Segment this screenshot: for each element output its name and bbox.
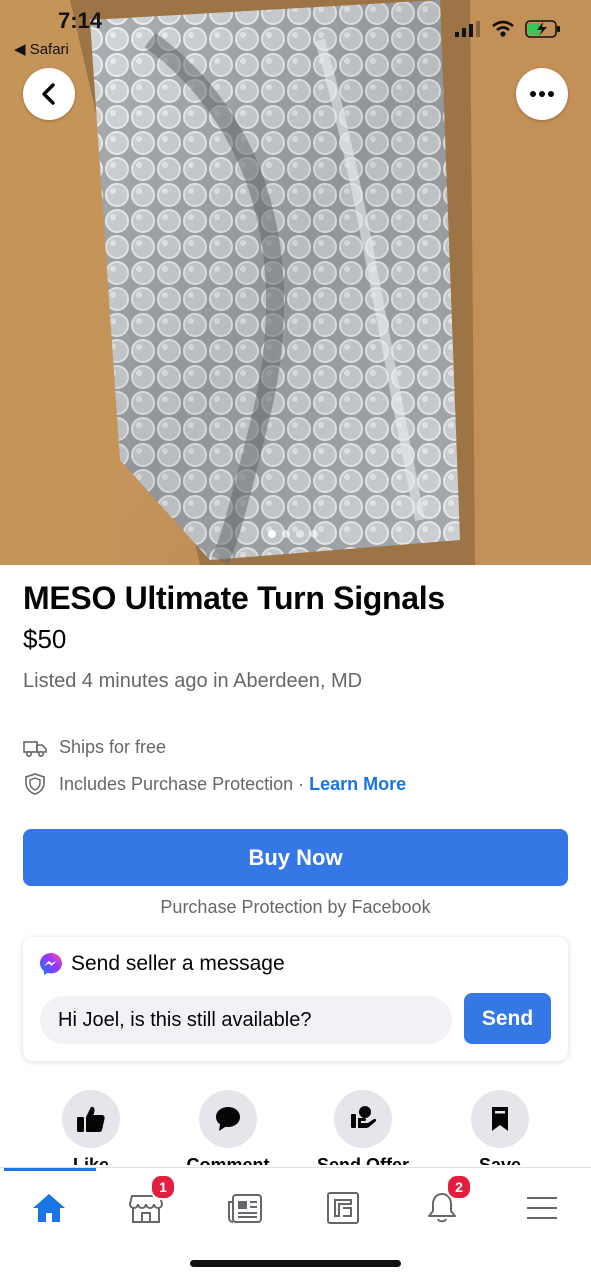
send-offer-action[interactable]: Send Offer xyxy=(288,1090,438,1165)
comment-button[interactable] xyxy=(199,1090,257,1148)
protection-text: Includes Purchase Protection · xyxy=(59,773,310,794)
tab-home[interactable] xyxy=(19,1178,79,1238)
listing-meta: Listed 4 minutes ago in Aberdeen, MD xyxy=(23,670,363,692)
messenger-icon xyxy=(40,953,62,975)
signal-icon xyxy=(455,21,480,37)
carousel-dot[interactable] xyxy=(310,530,318,538)
shipping-text: Ships for free xyxy=(59,737,167,757)
home-indicator xyxy=(190,1260,401,1267)
shipping-feature: Ships for free xyxy=(23,737,166,758)
tab-marketplace[interactable]: 1 xyxy=(116,1174,176,1238)
tab-menu[interactable] xyxy=(512,1178,572,1238)
bubble-wrap-photo xyxy=(0,0,591,565)
thumbs-up-icon xyxy=(77,1106,105,1132)
status-time: 7:14 xyxy=(58,8,103,33)
carousel-dot[interactable] xyxy=(296,530,304,538)
more-options-button[interactable] xyxy=(516,68,568,120)
home-icon xyxy=(33,1194,65,1222)
shield-icon xyxy=(25,773,45,795)
send-button[interactable]: Send xyxy=(464,993,551,1044)
like-button[interactable] xyxy=(62,1090,120,1148)
comment-action[interactable]: Comment xyxy=(153,1090,303,1165)
tab-notifications[interactable]: 2 xyxy=(412,1174,472,1238)
notifications-badge: 2 xyxy=(446,1174,472,1200)
back-button[interactable] xyxy=(23,68,75,120)
learn-more-link[interactable]: Learn More xyxy=(309,774,406,794)
like-label: Like xyxy=(72,1155,110,1165)
like-action[interactable]: Like xyxy=(16,1090,166,1165)
active-tab-indicator xyxy=(4,1168,96,1171)
offer-icon xyxy=(351,1106,377,1128)
send-offer-label: Send Offer xyxy=(316,1155,409,1165)
save-label: Save xyxy=(478,1155,522,1165)
message-heading-text: Send seller a message xyxy=(71,952,285,975)
listing-title: MESO Ultimate Turn Signals xyxy=(23,580,445,616)
save-action[interactable]: Save xyxy=(425,1090,575,1165)
battery-charging-icon xyxy=(525,20,560,38)
buy-now-button[interactable]: Buy Now xyxy=(23,829,568,886)
listing-photo[interactable] xyxy=(0,0,591,565)
status-bar: 7:14 ◀ Safari xyxy=(0,0,591,60)
message-input[interactable]: Hi Joel, is this still available? xyxy=(40,996,452,1044)
news-icon xyxy=(228,1194,262,1223)
chevron-left-icon xyxy=(42,83,55,105)
purchase-protection-caption: Purchase Protection by Facebook xyxy=(160,897,431,917)
menu-icon xyxy=(527,1197,557,1219)
carousel-dot[interactable] xyxy=(268,530,276,538)
gaming-icon xyxy=(327,1192,359,1224)
photo-carousel-indicator[interactable] xyxy=(268,530,318,538)
comment-icon xyxy=(216,1107,240,1131)
wifi-icon xyxy=(492,20,514,37)
tab-gaming[interactable] xyxy=(313,1178,373,1238)
marketplace-badge: 1 xyxy=(150,1174,176,1200)
carousel-dot[interactable] xyxy=(282,530,290,538)
comment-label: Comment xyxy=(186,1155,270,1165)
purchase-protection-feature: Includes Purchase Protection · Learn Mor… xyxy=(23,772,406,796)
more-dots-icon xyxy=(530,91,554,97)
truck-icon xyxy=(23,740,47,757)
system-icons xyxy=(455,20,561,38)
send-message-card: Send seller a message Hi Joel, is this s… xyxy=(23,937,568,1061)
bookmark-icon xyxy=(492,1107,508,1131)
message-heading: Send seller a message xyxy=(39,952,285,976)
back-to-safari-link[interactable]: ◀ Safari xyxy=(14,40,69,58)
send-offer-button[interactable] xyxy=(334,1090,392,1148)
listing-price: $50 xyxy=(23,624,67,654)
save-button[interactable] xyxy=(471,1090,529,1148)
tab-news[interactable] xyxy=(215,1178,275,1238)
